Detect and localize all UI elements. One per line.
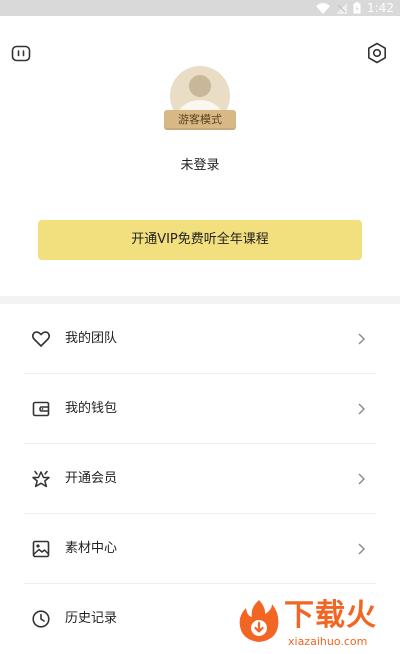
battery-icon xyxy=(353,2,361,14)
watermark: 下载火 xiazaihuo.com xyxy=(236,598,400,650)
guest-mode-badge: 游客模式 xyxy=(164,110,236,130)
flame-logo-icon xyxy=(239,600,279,642)
wifi-icon xyxy=(316,2,331,14)
chevron-right-icon xyxy=(358,333,365,345)
menu-item-label: 开通会员 xyxy=(65,471,118,486)
watermark-url: xiazaihuo.com xyxy=(288,635,368,648)
chevron-right-icon xyxy=(358,473,365,485)
avatar[interactable]: 游客模式 xyxy=(164,66,236,132)
message-icon[interactable] xyxy=(10,43,32,65)
status-bar: 1:42 xyxy=(0,0,400,16)
menu-item-label: 素材中心 xyxy=(65,541,118,556)
image-icon xyxy=(32,540,50,558)
menu-item-my-wallet[interactable]: 我的钱包 xyxy=(0,374,400,444)
settings-icon[interactable] xyxy=(366,42,388,64)
menu-item-label: 我的团队 xyxy=(65,331,118,346)
username[interactable]: 未登录 xyxy=(0,154,400,173)
chevron-right-icon xyxy=(358,543,365,555)
watermark-title: 下载火 xyxy=(284,598,377,633)
menu-item-open-membership[interactable]: 开通会员 xyxy=(0,444,400,514)
menu-item-my-team[interactable]: 我的团队 xyxy=(0,304,400,374)
chevron-right-icon xyxy=(358,403,365,415)
menu-item-label: 我的钱包 xyxy=(65,401,118,416)
menu-item-label: 历史记录 xyxy=(65,611,118,626)
wallet-icon xyxy=(32,401,50,417)
crown-icon xyxy=(32,470,50,488)
signal-icon xyxy=(336,2,348,14)
clock-icon xyxy=(32,610,50,628)
menu-item-material-center[interactable]: 素材中心 xyxy=(0,514,400,584)
section-divider xyxy=(0,296,400,304)
status-time: 1:42 xyxy=(367,1,394,15)
heart-icon xyxy=(31,331,51,347)
vip-banner-button[interactable]: 开通VIP免费听全年课程 xyxy=(38,220,362,260)
